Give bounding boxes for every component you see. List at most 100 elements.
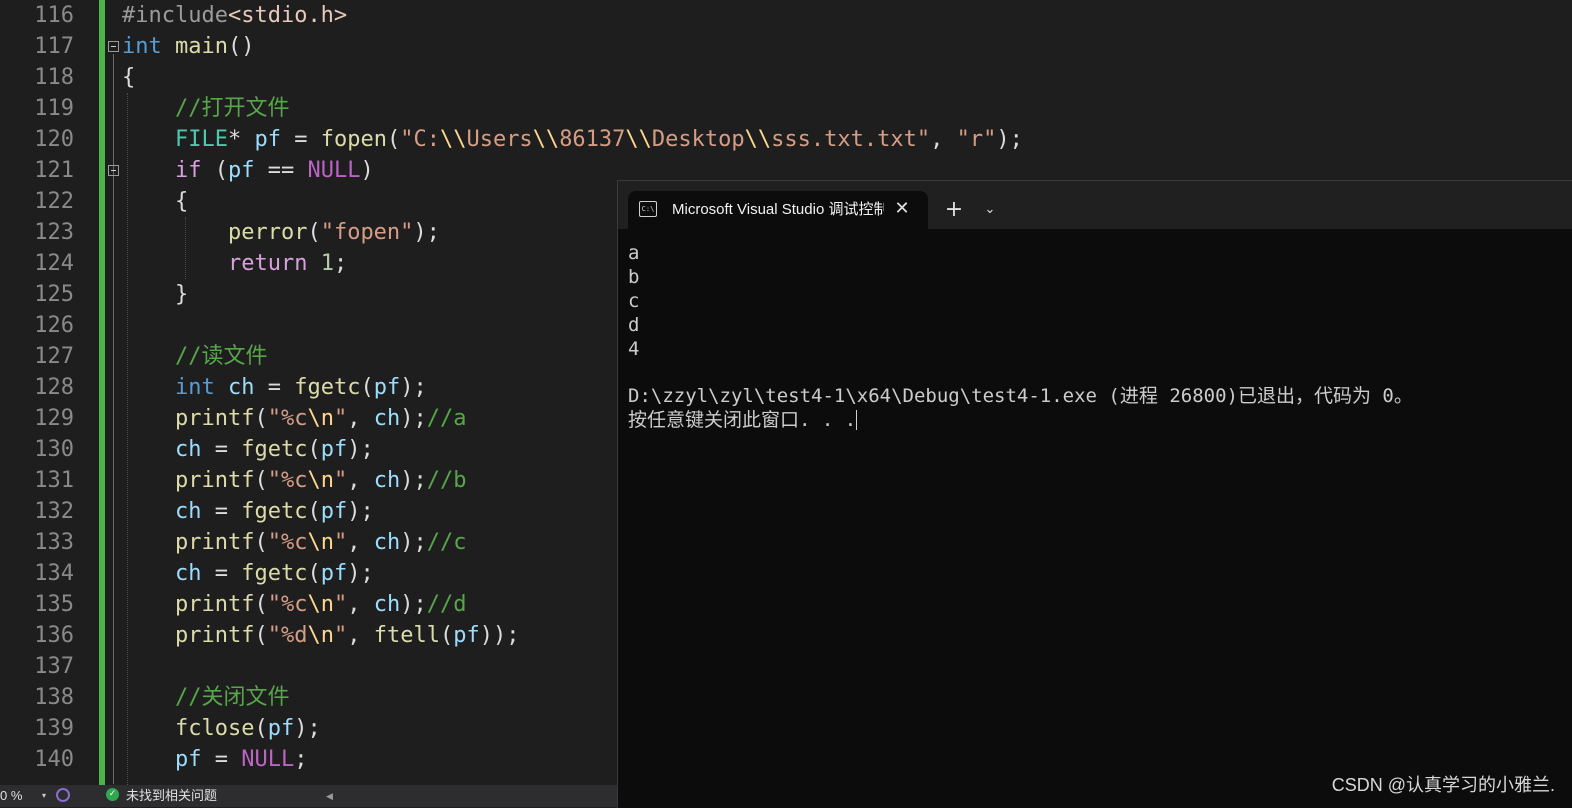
line-number: 127 [34, 344, 74, 369]
code-token: \n [307, 406, 334, 431]
line-number: 139 [34, 716, 74, 741]
code-line: FILE* pf = fopen("C:\\Users\\86137\\Desk… [122, 124, 1023, 155]
code-token: printf [174, 530, 255, 555]
terminal-tab[interactable]: C:\ Microsoft Visual Studio 调试控制台 ✕ [628, 191, 928, 229]
line-number: 130 [34, 437, 74, 462]
line-number: 120 [34, 127, 74, 152]
code-token: pf [453, 623, 480, 648]
code-line: return 1; [122, 248, 347, 279]
code-token: { [122, 65, 136, 90]
code-token: pf [320, 499, 348, 524]
code-line: perror("fopen"); [122, 217, 440, 248]
code-token: return [227, 251, 308, 276]
line-number: 121 [34, 158, 74, 183]
code-token: main [175, 34, 228, 59]
line-number: 118 [34, 65, 74, 90]
code-token: ( [307, 499, 321, 524]
fold-guide [113, 54, 114, 784]
code-token: = [201, 561, 242, 586]
code-token: \\ [625, 127, 652, 152]
code-token: //打开文件 [174, 96, 290, 121]
code-token: " [333, 468, 348, 493]
code-token: , [347, 468, 374, 493]
code-token: pf [373, 375, 401, 400]
code-token: ch [373, 468, 401, 493]
code-token: ch [174, 499, 202, 524]
terminal-prompt-line: 按任意键关闭此窗口. . . [628, 408, 858, 432]
code-token: ); [400, 592, 427, 617]
chevron-down-icon[interactable]: ▾ [42, 789, 46, 803]
terminal-output-line: b [628, 266, 640, 288]
code-token: printf [174, 623, 255, 648]
code-token: = [280, 127, 321, 152]
line-number: 138 [34, 685, 74, 710]
code-line: printf("%c\n", ch);//c [122, 527, 466, 558]
code-line: ch = fgetc(pf); [122, 496, 374, 527]
code-line: printf("%d\n", ftell(pf)); [122, 620, 519, 651]
terminal-prompt-text: 按任意键关闭此窗口. . . [628, 409, 857, 431]
code-token: //读文件 [174, 344, 268, 369]
code-token: = [201, 437, 242, 462]
code-token: FILE [174, 127, 228, 152]
code-line: #include<stdio.h> [122, 0, 347, 31]
code-token: pf [227, 158, 255, 183]
code-token: ); [347, 499, 374, 524]
code-token: //a [426, 406, 467, 431]
code-token: ); [347, 561, 374, 586]
issues-status-text[interactable]: 未找到相关问题 [126, 787, 217, 805]
line-number: 126 [34, 313, 74, 338]
code-token: ch [227, 375, 255, 400]
line-number: 131 [34, 468, 74, 493]
code-token: NULL [241, 747, 295, 772]
code-token: //关闭文件 [174, 685, 290, 710]
code-token: //b [426, 468, 467, 493]
health-status-icon[interactable] [56, 788, 70, 802]
debug-console-window[interactable]: C:\ Microsoft Visual Studio 调试控制台 ✕ + ⌄ … [617, 180, 1572, 808]
code-token: int [174, 375, 215, 400]
code-line: int main() [122, 31, 254, 62]
text-cursor [856, 410, 858, 430]
scroll-left-icon[interactable]: ◀ [326, 788, 333, 804]
code-token: () [227, 34, 255, 59]
code-token: ); [996, 127, 1023, 152]
code-token: fgetc [241, 437, 308, 462]
check-circle-icon[interactable]: ✓ [106, 788, 119, 801]
code-token: pf [254, 127, 281, 152]
line-number: 129 [34, 406, 74, 431]
close-icon[interactable]: ✕ [892, 197, 912, 221]
code-token: = [254, 375, 295, 400]
code-token: if [174, 158, 202, 183]
code-line: //关闭文件 [122, 682, 290, 713]
code-token: pf [174, 747, 202, 772]
line-number: 132 [34, 499, 74, 524]
line-number: 137 [34, 654, 74, 679]
collapse-icon[interactable] [108, 41, 119, 52]
code-token: , [347, 406, 374, 431]
line-number: 128 [34, 375, 74, 400]
code-token: } [122, 282, 189, 307]
code-line: printf("%c\n", ch);//d [122, 589, 466, 620]
terminal-output-line: c [628, 290, 640, 312]
code-token: { [122, 189, 189, 214]
code-token: ); [413, 220, 440, 245]
chevron-down-icon[interactable]: ⌄ [980, 197, 1000, 223]
change-tracking-bar [99, 0, 105, 785]
code-token: ch [373, 592, 401, 617]
line-number: 117 [34, 34, 74, 59]
code-token: <stdio.h> [227, 3, 348, 28]
code-token: " [333, 406, 348, 431]
plus-icon[interactable]: + [942, 197, 966, 223]
zoom-level[interactable]: 0 % [0, 788, 22, 804]
collapse-icon[interactable] [108, 165, 119, 176]
terminal-output-line: D:\zzyl\zyl\test4-1\x64\Debug\test4-1.ex… [628, 385, 1413, 407]
code-token: \n [307, 592, 334, 617]
code-token: == [254, 158, 308, 183]
code-token: 86137 [559, 127, 626, 152]
code-token: perror [227, 220, 308, 245]
